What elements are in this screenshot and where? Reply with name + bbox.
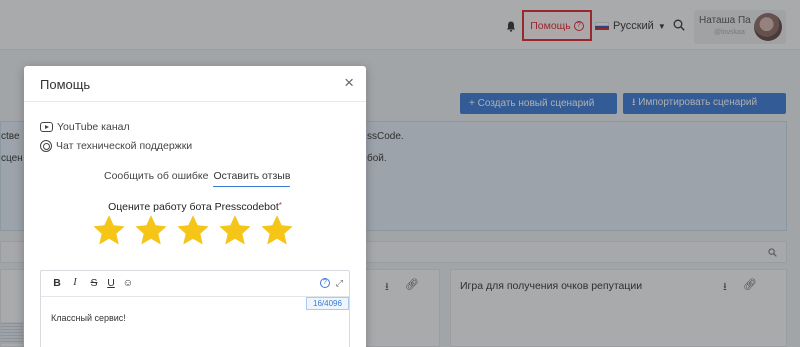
character-counter: 16/4096	[306, 297, 349, 310]
star-icon[interactable]	[133, 213, 169, 249]
strikethrough-button[interactable]: S	[87, 277, 101, 289]
strikethrough-label: S	[90, 277, 98, 289]
rating-label: Оцените работу бота Presscodebot*	[24, 201, 366, 213]
youtube-link[interactable]: YouTube канал	[40, 121, 130, 133]
italic-button[interactable]: I	[68, 277, 82, 288]
star-icon[interactable]	[175, 213, 211, 249]
youtube-icon	[40, 122, 53, 132]
modal-title: Помощь	[40, 77, 91, 92]
star-icon[interactable]	[217, 213, 253, 249]
support-chat-link[interactable]: Чат технической поддержки	[40, 140, 192, 152]
expand-icon[interactable]: ⤢	[336, 278, 343, 289]
review-text[interactable]: Классный сервис!	[51, 313, 126, 323]
review-editor[interactable]: B I S U ☺ ? ⤢ 16/4096 Классный сервис!	[40, 270, 350, 347]
support-label: Чат технической поддержки	[56, 140, 193, 152]
tab-report-bug[interactable]: Сообщить об ошибке	[104, 170, 208, 187]
editor-toolbar: B I S U ☺ ? ⤢	[41, 271, 349, 297]
close-icon[interactable]: ×	[344, 74, 354, 91]
bold-button[interactable]: B	[50, 277, 64, 289]
underline-button[interactable]: U	[104, 277, 118, 289]
feedback-tabs: Сообщить об ошибке Оставить отзыв	[104, 170, 291, 187]
emoji-button[interactable]: ☺	[121, 277, 135, 289]
youtube-label: YouTube канал	[57, 121, 130, 133]
star-icon[interactable]	[259, 213, 295, 249]
editor-help-icon[interactable]: ?	[320, 278, 330, 288]
tab-leave-review[interactable]: Оставить отзыв	[213, 170, 291, 187]
rating-label-text: Оцените работу бота Presscodebot	[108, 201, 279, 213]
star-icon[interactable]	[91, 213, 127, 249]
required-mark: *	[278, 201, 282, 210]
help-modal: Помощь × YouTube канал Чат технической п…	[24, 66, 366, 347]
modal-header: Помощь ×	[24, 66, 366, 102]
lifebuoy-icon	[40, 140, 52, 152]
star-rating	[91, 213, 295, 249]
